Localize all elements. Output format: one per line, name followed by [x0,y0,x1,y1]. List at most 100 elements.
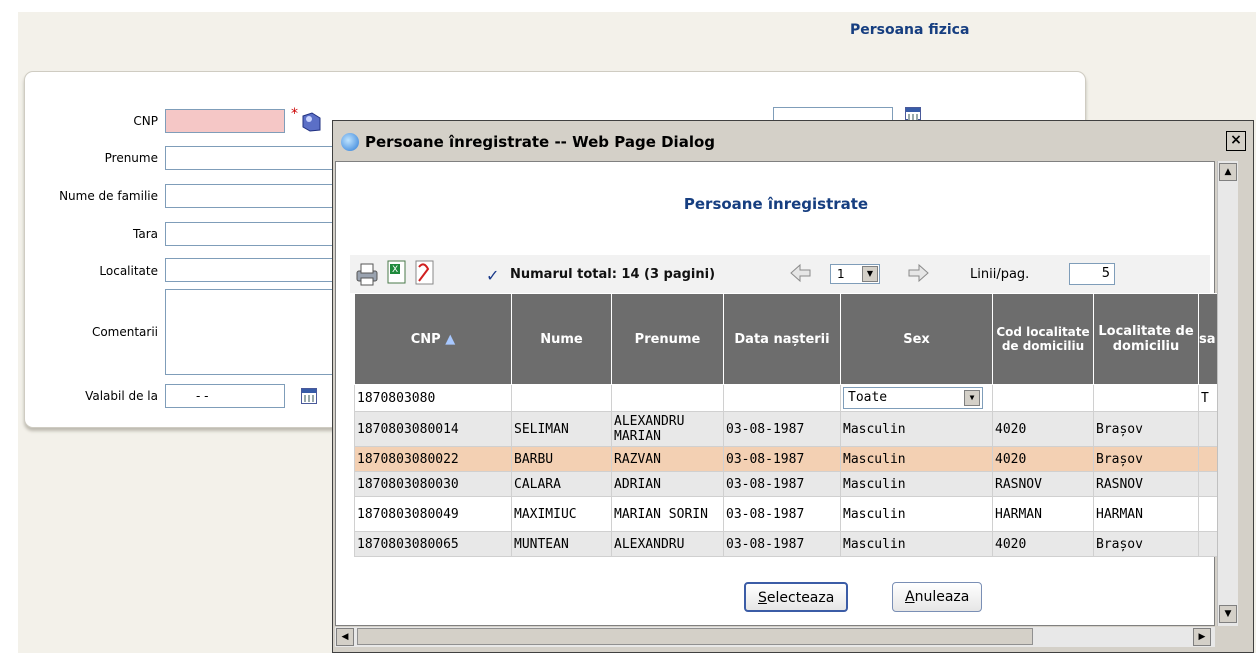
page-select[interactable]: 1 ▼ [830,264,880,284]
pdf-icon[interactable] [414,259,436,290]
table-row[interactable]: 1870803080030 CALARA ADRIAN 03-08-1987 M… [354,471,1235,497]
filter-sex-cell: Toate ▼ [840,384,993,412]
tara-input[interactable] [165,222,335,246]
column-header-sex[interactable]: Sex [840,293,993,385]
comentarii-label: Comentarii [91,325,158,339]
cell-nume: SELIMAN [511,411,612,447]
scroll-up-icon[interactable]: ▲ [1219,163,1237,181]
cell-localitate: RASNOV [1093,471,1199,497]
localitate-input[interactable] [165,258,335,282]
cancel-button[interactable]: Anuleaza [892,582,983,612]
scroll-down-icon[interactable]: ▼ [1219,605,1237,623]
cell-prenume: MARIAN SORIN [611,496,724,532]
table-row[interactable]: 1870803080065 MUNTEAN ALEXANDRU 03-08-19… [354,531,1235,557]
cell-nume: MUNTEAN [511,531,612,557]
rows-per-page-input[interactable]: 5 [1069,263,1115,285]
scroll-right-icon[interactable]: ▶ [1193,628,1211,646]
cell-localitate: Brașov [1093,446,1199,472]
svg-text:X: X [392,265,398,275]
cell-prenume: RAZVAN [611,446,724,472]
horizontal-scrollbar[interactable]: ◀ ▶ [335,627,1215,647]
cell-data: 03-08-1987 [723,471,841,497]
table-header-row: CNP ▲ Nume Prenume Data nașterii Sex Cod… [354,293,1235,385]
page-title: Persoana fizica [850,22,970,38]
chevron-down-icon: ▼ [964,390,980,406]
cell-data: 03-08-1987 [723,531,841,557]
lookup-icon[interactable] [300,112,322,132]
sex-filter-select[interactable]: Toate ▼ [843,387,983,409]
cell-cnp: 1870803080049 [354,496,512,532]
column-header-cod-localitate[interactable]: Cod localitate de domiciliu [992,293,1094,385]
dialog-title: Persoane înregistrate -- Web Page Dialog [365,133,716,151]
table-row-selected[interactable]: 1870803080022 BARBU RAZVAN 03-08-1987 Ma… [354,446,1235,472]
page-select-value: 1 [837,267,845,281]
comentarii-textarea[interactable] [165,289,335,375]
print-icon[interactable] [354,261,380,290]
prev-page-icon[interactable] [788,261,814,288]
cell-sex: Masculin [840,411,993,447]
cell-cnp: 1870803080014 [354,411,512,447]
filter-cod-input[interactable] [992,384,1094,412]
table-row[interactable]: 1870803080014 SELIMAN ALEXANDRU MARIAN 0… [354,411,1235,447]
column-header-nume[interactable]: Nume [511,293,612,385]
filter-localitate-input[interactable] [1093,384,1199,412]
filter-prenume-input[interactable] [611,384,724,412]
cell-sex: Masculin [840,446,993,472]
cell-data: 03-08-1987 [723,496,841,532]
cell-prenume: ADRIAN [611,471,724,497]
nume-familie-input[interactable] [165,184,335,208]
cell-cod: RASNOV [992,471,1094,497]
cell-sex: Masculin [840,496,993,532]
cell-data: 03-08-1987 [723,446,841,472]
required-mark: * [291,106,298,122]
cell-prenume: ALEXANDRU MARIAN [611,411,724,447]
column-header-localitate[interactable]: Localitate de domiciliu [1093,293,1199,385]
cell-sex: Masculin [840,531,993,557]
grid-toolbar: X ✓ Numarul total: 14 (3 pagini) 1 ▼ Lin… [350,255,1210,293]
cell-data: 03-08-1987 [723,411,841,447]
filter-cnp-input[interactable]: 1870803080 [354,384,512,412]
vertical-scrollbar[interactable]: ▲ ▼ [1217,161,1238,626]
tara-label: Tara [133,227,158,241]
dialog-titlebar[interactable]: Persoane înregistrate -- Web Page Dialog… [333,121,1253,161]
cell-localitate: Brașov [1093,411,1199,447]
scroll-thumb[interactable] [357,628,1033,645]
close-button[interactable]: × [1226,131,1246,151]
cell-cod: 4020 [992,446,1094,472]
sex-filter-value: Toate [848,390,888,405]
cell-sex: Masculin [840,471,993,497]
filter-row: 1870803080 Toate ▼ T [354,384,1235,412]
localitate-label: Localitate [99,264,158,278]
hidden-date-input[interactable] [773,107,893,121]
cnp-label: CNP [133,114,158,128]
cell-cnp: 1870803080022 [354,446,512,472]
total-records-text: Numarul total: 14 (3 pagini) [510,267,716,282]
cnp-input[interactable] [165,109,285,133]
check-icon[interactable]: ✓ [486,266,499,285]
column-header-prenume[interactable]: Prenume [611,293,724,385]
select-button[interactable]: Selecteaza [744,582,849,612]
scroll-left-icon[interactable]: ◀ [336,628,354,646]
column-header-data-nasterii[interactable]: Data nașterii [723,293,841,385]
cell-cnp: 1870803080065 [354,531,512,557]
filter-data-input[interactable] [723,384,841,412]
column-header-cnp[interactable]: CNP ▲ [354,293,512,385]
calendar-icon[interactable] [905,107,921,121]
prenume-label: Prenume [104,151,158,165]
cell-nume: CALARA [511,471,612,497]
valabil-label: Valabil de la [85,389,158,403]
cell-cod: 4020 [992,411,1094,447]
excel-icon[interactable]: X [386,259,408,288]
next-page-icon[interactable] [905,261,931,288]
table-row[interactable]: 1870803080049 MAXIMIUC MARIAN SORIN 03-0… [354,496,1235,532]
filter-nume-input[interactable] [511,384,612,412]
chevron-down-icon: ▼ [862,266,878,282]
rows-per-page-label: Linii/pag. [970,267,1030,282]
cell-cod: 4020 [992,531,1094,557]
cell-prenume: ALEXANDRU [611,531,724,557]
nume-familie-label: Nume de familie [59,189,158,203]
prenume-input[interactable] [165,146,335,170]
valabil-date-input[interactable]: - - [165,384,285,408]
calendar-icon[interactable] [301,388,317,404]
records-dialog: Persoane înregistrate -- Web Page Dialog… [332,120,1254,653]
